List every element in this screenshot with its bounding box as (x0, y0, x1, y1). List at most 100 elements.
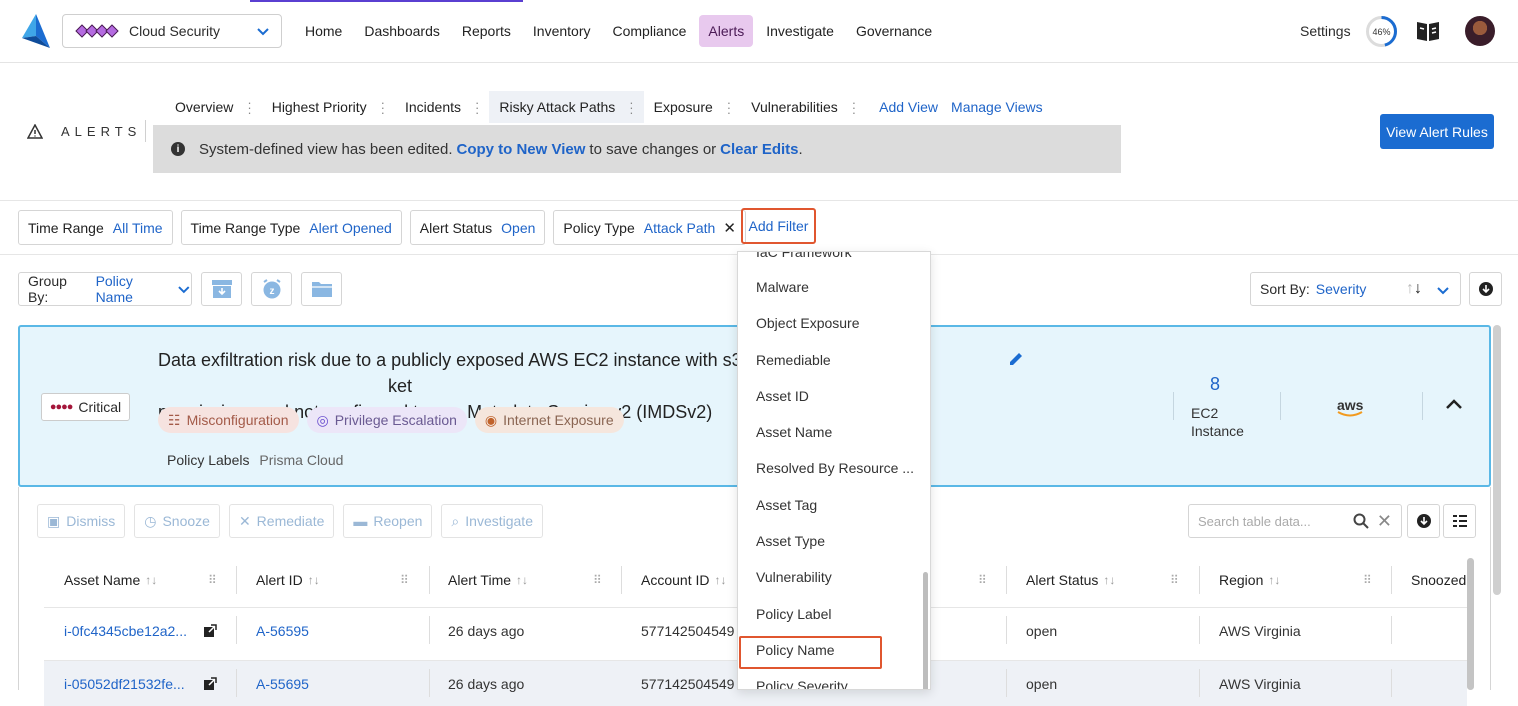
dropdown-scrollbar[interactable] (923, 572, 928, 689)
tab-risky-attack-paths[interactable]: Risky Attack Paths · · · (489, 91, 644, 123)
filter-option-asset-name[interactable]: Asset Name (756, 424, 832, 440)
snooze-button[interactable]: ◷ Snooze (134, 504, 220, 538)
filter-policy-type[interactable]: Policy Type Attack Path ✕ (553, 210, 746, 245)
column-header-asset-name[interactable]: Asset Name ↑↓ (64, 562, 157, 598)
filter-option-asset-tag[interactable]: Asset Tag (756, 497, 817, 513)
view-alert-rules-button[interactable]: View Alert Rules (1380, 114, 1494, 149)
user-avatar[interactable] (1465, 16, 1495, 46)
chevron-up-icon[interactable] (1444, 397, 1464, 411)
sort-icon[interactable]: ↑↓ (1268, 573, 1280, 587)
tab-exposure[interactable]: Exposure · · · (644, 91, 742, 123)
table-search-input[interactable]: Search table data... ✕ (1188, 504, 1402, 538)
close-icon[interactable]: ✕ (723, 219, 736, 237)
filter-option-policy-severity[interactable]: Policy Severity (756, 678, 848, 689)
external-link-icon[interactable] (203, 677, 217, 691)
tab-highest-priority[interactable]: Highest Priority · · · (262, 91, 395, 123)
sort-icon[interactable]: ↑↓ (145, 573, 157, 587)
filter-time-range[interactable]: Time Range All Time (18, 210, 173, 245)
sort-icon[interactable]: ↑↓ (516, 573, 528, 587)
sort-direction-icon[interactable]: ↑↓ (1406, 280, 1422, 298)
tab-incidents[interactable]: Incidents · · · (395, 91, 489, 123)
column-settings-button[interactable] (1443, 504, 1476, 538)
alert-id-link[interactable]: A-56595 (256, 623, 309, 639)
group-by-select[interactable]: Group By: Policy Name (18, 272, 192, 306)
edited-view-banner: i System-defined view has been edited. C… (153, 125, 1121, 173)
filter-option-malware[interactable]: Malware (756, 279, 809, 295)
filter-option-asset-id[interactable]: Asset ID (756, 388, 809, 404)
table-scrollbar[interactable] (1467, 558, 1474, 690)
nav-compliance[interactable]: Compliance (603, 15, 695, 47)
column-divider[interactable] (1006, 566, 1007, 594)
filter-option-remediable[interactable]: Remediable (756, 352, 831, 368)
search-icon[interactable] (1353, 513, 1369, 529)
filter-value: Open (501, 219, 536, 236)
column-header-region[interactable]: Region ↑↓ (1219, 562, 1280, 598)
more-vertical-icon[interactable]: · · · (727, 96, 731, 119)
asset-count[interactable]: 8 (1190, 374, 1240, 395)
filter-option-resolved-by-resource[interactable]: Resolved By Resource ... (756, 460, 914, 476)
column-divider[interactable] (621, 566, 622, 594)
nav-inventory[interactable]: Inventory (524, 15, 600, 47)
more-vertical-icon[interactable]: · · · (381, 96, 385, 119)
column-divider[interactable] (429, 566, 430, 594)
nav-alerts[interactable]: Alerts (699, 15, 754, 47)
clear-edits-link[interactable]: Clear Edits (720, 141, 798, 158)
filter-option-object-exposure[interactable]: Object Exposure (756, 315, 860, 331)
prisma-logo-icon[interactable] (22, 14, 50, 48)
table-download-button[interactable] (1407, 504, 1440, 538)
nav-home[interactable]: Home (296, 15, 351, 47)
reopen-all-button[interactable] (301, 272, 342, 306)
column-header-alert-status[interactable]: Alert Status ↑↓ (1026, 562, 1115, 598)
sort-by-select[interactable]: Sort By: Severity ↑↓ (1250, 272, 1461, 306)
download-button[interactable] (1469, 272, 1502, 306)
more-vertical-icon[interactable]: · · · (852, 96, 856, 119)
settings-link[interactable]: Settings (1300, 23, 1351, 39)
dismiss-button[interactable]: ▣ Dismiss (37, 504, 126, 538)
sort-icon[interactable]: ↑↓ (308, 573, 320, 587)
column-divider[interactable] (236, 566, 237, 594)
dismiss-all-button[interactable] (201, 272, 242, 306)
remediate-button[interactable]: ✕ Remediate (228, 504, 335, 538)
add-view-link[interactable]: Add View (866, 91, 951, 123)
sort-icon[interactable]: ↑↓ (1103, 573, 1115, 587)
filter-time-range-type[interactable]: Time Range Type Alert Opened (180, 210, 402, 245)
asset-name-link[interactable]: i-0fc4345cbe12a2... (64, 623, 187, 639)
book-icon[interactable] (1416, 20, 1440, 42)
nav-governance[interactable]: Governance (847, 15, 941, 47)
tenant-selector[interactable]: Cloud Security (62, 14, 282, 48)
column-divider[interactable] (1199, 566, 1200, 594)
tab-overview[interactable]: Overview · · · (165, 91, 262, 123)
page-scrollbar[interactable] (1493, 325, 1501, 595)
add-filter-dropdown: IaC Framework Malware Object Exposure Re… (737, 251, 931, 690)
tab-vulnerabilities[interactable]: Vulnerabilities · · · (741, 91, 866, 123)
filter-option-policy-label[interactable]: Policy Label (756, 606, 832, 622)
filter-option-asset-type[interactable]: Asset Type (756, 533, 825, 549)
banner-text: System-defined view has been edited. (199, 140, 453, 158)
filter-option-iac-framework[interactable]: IaC Framework (756, 252, 852, 260)
more-vertical-icon[interactable]: · · · (475, 96, 479, 119)
external-link-icon[interactable] (203, 624, 217, 638)
more-vertical-icon[interactable]: · · · (629, 96, 633, 119)
nav-dashboards[interactable]: Dashboards (355, 15, 449, 47)
progress-ring-icon[interactable]: 46% (1365, 15, 1398, 48)
column-header-alert-time[interactable]: Alert Time ↑↓ (448, 562, 528, 598)
manage-views-link[interactable]: Manage Views (951, 91, 1056, 123)
column-header-alert-id[interactable]: Alert ID ↑↓ (256, 562, 320, 598)
sort-icon[interactable]: ↑↓ (714, 573, 726, 587)
investigate-button[interactable]: ⌕ Investigate (441, 504, 543, 538)
copy-to-new-view-link[interactable]: Copy to New View (456, 141, 585, 158)
add-filter-button[interactable]: Add Filter (741, 208, 816, 244)
reopen-button[interactable]: ▬ Reopen (343, 504, 433, 538)
filter-alert-status[interactable]: Alert Status Open (409, 210, 546, 245)
filter-option-vulnerability[interactable]: Vulnerability (756, 569, 832, 585)
column-header-snoozed-until[interactable]: Snoozed U (1411, 562, 1467, 598)
scrollbar-thumb[interactable] (1467, 558, 1474, 690)
nav-investigate[interactable]: Investigate (757, 15, 843, 47)
clear-icon[interactable]: ✕ (1377, 511, 1392, 532)
column-divider[interactable] (1391, 566, 1392, 594)
more-vertical-icon[interactable]: · · · (247, 96, 251, 119)
edit-icon[interactable] (1008, 351, 1024, 367)
snooze-all-button[interactable]: z (251, 272, 292, 306)
column-header-account-id[interactable]: Account ID ↑↓ (641, 562, 726, 598)
nav-reports[interactable]: Reports (453, 15, 520, 47)
